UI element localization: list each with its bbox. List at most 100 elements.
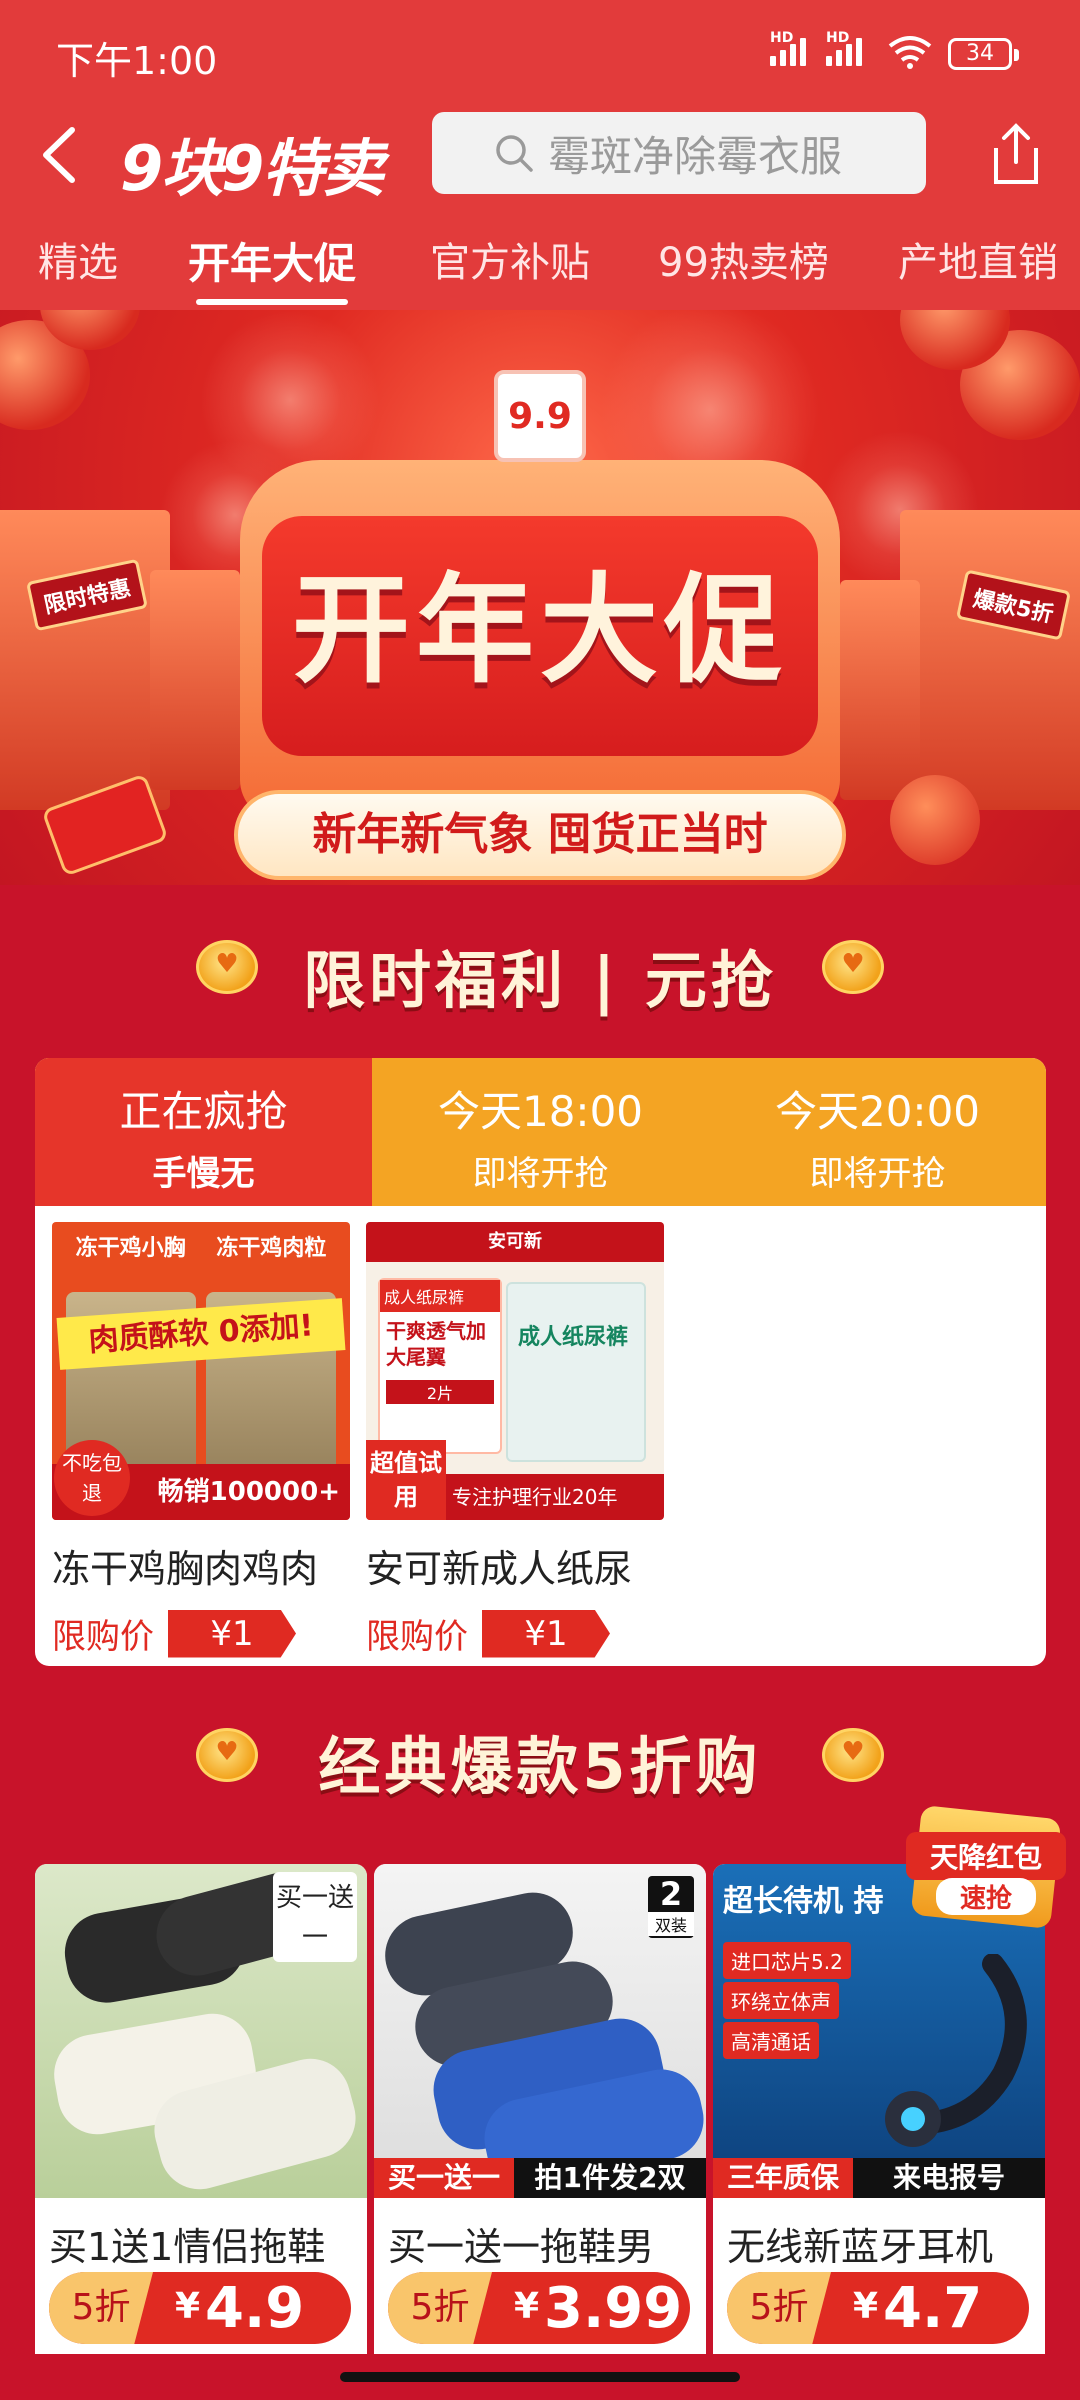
product-name: 冻干鸡胸肉鸡肉 bbox=[52, 1547, 319, 1591]
discount-label: 5折 bbox=[388, 2272, 492, 2344]
category-tabs: 精选 开年大促 官方补贴 99热卖榜 产地直销 bbox=[0, 222, 1080, 310]
wifi-icon bbox=[888, 36, 932, 69]
home-indicator[interactable] bbox=[340, 2372, 740, 2382]
price-label: 限购价 bbox=[52, 1617, 154, 1657]
section-flash-title: 限时福利 | 元抢 bbox=[303, 944, 777, 1017]
img-card-text: 干爽透气加大尾翼 bbox=[386, 1319, 486, 1369]
product-card[interactable]: 买一送一 买1送1情侣拖鞋 5折 ¥ 4.9 bbox=[35, 1864, 367, 2354]
promo-strip: 三年质保 来电报号 bbox=[713, 2158, 1045, 2198]
back-arrow-icon[interactable] bbox=[32, 120, 92, 190]
app-header: 9块9特卖 霉斑净除霉衣服 bbox=[0, 100, 1080, 210]
img-tag: 超值试用 bbox=[366, 1440, 446, 1520]
flash-item[interactable]: 冻干鸡小胸 冻干鸡肉粒 肉质酥软 0添加! 畅销100000+ 不吃包退 冻干鸡… bbox=[52, 1222, 352, 1658]
currency-symbol: ¥ bbox=[514, 2286, 540, 2327]
flash-tab-sub: 即将开抢 bbox=[472, 1154, 609, 1194]
feature-tag: 进口芯片5.2 bbox=[723, 1942, 851, 1979]
hero-banner[interactable]: 限时特惠 爆款5折 开年大促 9.9 新年新气象 囤货正当时 bbox=[0, 310, 1080, 885]
product-image: 2 双装 买一送一 拍1件发2双 bbox=[374, 1864, 706, 2198]
tab-guanfang-butie[interactable]: 官方补贴 bbox=[430, 230, 590, 288]
product-price: 限购价 ¥1 bbox=[366, 1609, 666, 1658]
currency-symbol: ¥ bbox=[175, 2286, 201, 2327]
discount-label: 5折 bbox=[49, 2272, 153, 2344]
red-packet-action: 速抢 bbox=[936, 1878, 1036, 1915]
img-circle-text: 不吃包退 bbox=[54, 1440, 130, 1516]
strip-a: 三年质保 bbox=[713, 2158, 853, 2198]
building-decor bbox=[0, 510, 170, 810]
img-text-left: 冻干鸡小胸 bbox=[75, 1236, 186, 1261]
pair-count: 2 bbox=[659, 1875, 683, 1913]
product-price[interactable]: 5折 ¥ 4.7 bbox=[727, 2272, 1029, 2344]
tab-jingxuan[interactable]: 精选 bbox=[38, 230, 118, 288]
promo-strip: 买一送一 拍1件发2双 bbox=[374, 2158, 706, 2198]
img-pack-text: 成人纸尿裤 bbox=[518, 1325, 629, 1350]
flash-tab-now[interactable]: 正在疯抢 手慢无 bbox=[35, 1058, 372, 1206]
img-text-right: 冻干鸡肉粒 bbox=[216, 1236, 327, 1261]
tab-99-hot[interactable]: 99热卖榜 bbox=[658, 230, 829, 288]
pair-text: 双装 bbox=[648, 1912, 694, 1936]
red-packet-badge[interactable]: 天降红包 速抢 bbox=[906, 1804, 1066, 1930]
flash-tab-title: 正在疯抢 bbox=[119, 1087, 288, 1136]
product-image: 冻干鸡小胸 冻干鸡肉粒 肉质酥软 0添加! 畅销100000+ 不吃包退 bbox=[52, 1222, 350, 1520]
hero-subtitle: 新年新气象 囤货正当时 bbox=[234, 790, 846, 880]
building-decor bbox=[840, 580, 920, 800]
badge-99-icon: 9.9 bbox=[494, 370, 586, 462]
img-brand: 安可新 bbox=[366, 1222, 664, 1262]
promo-corner: 买一送一 bbox=[273, 1872, 357, 1962]
building-decor bbox=[900, 510, 1080, 810]
search-bar[interactable]: 霉斑净除霉衣服 bbox=[432, 112, 926, 194]
top-header-area: 下午1:00 HD HD 34 9块9特卖 霉斑净除霉衣服 精选 开年大促 官方… bbox=[0, 0, 1080, 310]
status-time: 下午1:00 bbox=[56, 39, 218, 83]
feature-tag: 高清通话 bbox=[723, 2022, 819, 2059]
hero-board: 开年大促 bbox=[240, 460, 840, 820]
strip-a: 买一送一 bbox=[374, 2158, 514, 2198]
tab-chandi-zhixiao[interactable]: 产地直销 bbox=[898, 230, 1058, 288]
flash-tab-2000[interactable]: 今天20:00 即将开抢 bbox=[709, 1058, 1046, 1206]
logo-text-a: 9块9 bbox=[120, 132, 264, 205]
battery-icon: 34 bbox=[948, 38, 1019, 70]
price-pill: ¥1 bbox=[482, 1609, 610, 1658]
section-discount-title: 经典爆款5折购 bbox=[318, 1730, 762, 1803]
building-decor bbox=[150, 570, 240, 790]
flash-sale-tabs: 正在疯抢 手慢无 今天18:00 即将开抢 今天20:00 即将开抢 bbox=[35, 1058, 1046, 1206]
product-price[interactable]: 5折 ¥ 3.99 bbox=[388, 2272, 690, 2344]
price-value: 3.99 bbox=[544, 2276, 683, 2341]
product-name: 买一送一拖鞋男 bbox=[388, 2225, 655, 2269]
feature-tag: 环绕立体声 bbox=[723, 1982, 839, 2019]
flash-tab-title: 今天20:00 bbox=[774, 1087, 981, 1136]
product-card[interactable]: 超长待机 持 进口芯片5.2 环绕立体声 高清通话 三年质保 来电报号 无线新蓝… bbox=[713, 1864, 1045, 2354]
flash-tab-1800[interactable]: 今天18:00 即将开抢 bbox=[372, 1058, 709, 1206]
img-card-head: 成人纸尿裤 bbox=[380, 1280, 500, 1312]
red-packet-title: 天降红包 bbox=[906, 1832, 1066, 1880]
product-price: 限购价 ¥1 bbox=[52, 1609, 352, 1658]
img-pack: 成人纸尿裤 bbox=[506, 1282, 646, 1462]
img-card: 成人纸尿裤 干爽透气加大尾翼 2片 bbox=[378, 1278, 502, 1454]
tab-kainian-dacu[interactable]: 开年大促 bbox=[188, 230, 356, 305]
signal-icon bbox=[770, 38, 806, 66]
price-value: 4.9 bbox=[205, 2276, 305, 2341]
strip-b: 来电报号 bbox=[853, 2158, 1045, 2198]
img-text: 冻干鸡小胸 冻干鸡肉粒 bbox=[52, 1230, 350, 1262]
pair-count-badge: 2 双装 bbox=[648, 1876, 694, 1938]
lantern-ball-decor bbox=[890, 775, 980, 865]
img-headline: 超长待机 持 bbox=[723, 1884, 884, 1919]
product-image: 买一送一 bbox=[35, 1864, 367, 2198]
product-name: 买1送1情侣拖鞋 bbox=[49, 2225, 326, 2269]
flash-item[interactable]: 安可新 成人纸尿裤 干爽透气加大尾翼 2片 成人纸尿裤 专注护理行业20年 超值… bbox=[366, 1222, 666, 1658]
flash-sale-card: 正在疯抢 手慢无 今天18:00 即将开抢 今天20:00 即将开抢 冻干鸡小胸… bbox=[35, 1058, 1046, 1666]
product-name: 无线新蓝牙耳机 bbox=[727, 2225, 994, 2269]
search-icon bbox=[496, 135, 533, 172]
price-value: 4.7 bbox=[883, 2276, 983, 2341]
price-pill: ¥1 bbox=[168, 1609, 296, 1658]
hero-title: 开年大促 bbox=[291, 561, 788, 699]
coin-icon bbox=[822, 1728, 884, 1782]
share-icon[interactable] bbox=[986, 120, 1046, 190]
flash-tab-sub: 手慢无 bbox=[152, 1154, 255, 1194]
coin-icon bbox=[822, 940, 884, 994]
logo-text-b: 特卖 bbox=[262, 132, 384, 205]
app-logo: 9块9特卖 bbox=[120, 118, 384, 208]
product-card[interactable]: 2 双装 买一送一 拍1件发2双 买一送一拖鞋男 5折 ¥ 3.99 bbox=[374, 1864, 706, 2354]
product-price[interactable]: 5折 ¥ 4.9 bbox=[49, 2272, 351, 2344]
earbud-icon bbox=[885, 1954, 1027, 2147]
signal-icon-2 bbox=[826, 38, 862, 66]
flash-tab-title: 今天18:00 bbox=[437, 1087, 644, 1136]
